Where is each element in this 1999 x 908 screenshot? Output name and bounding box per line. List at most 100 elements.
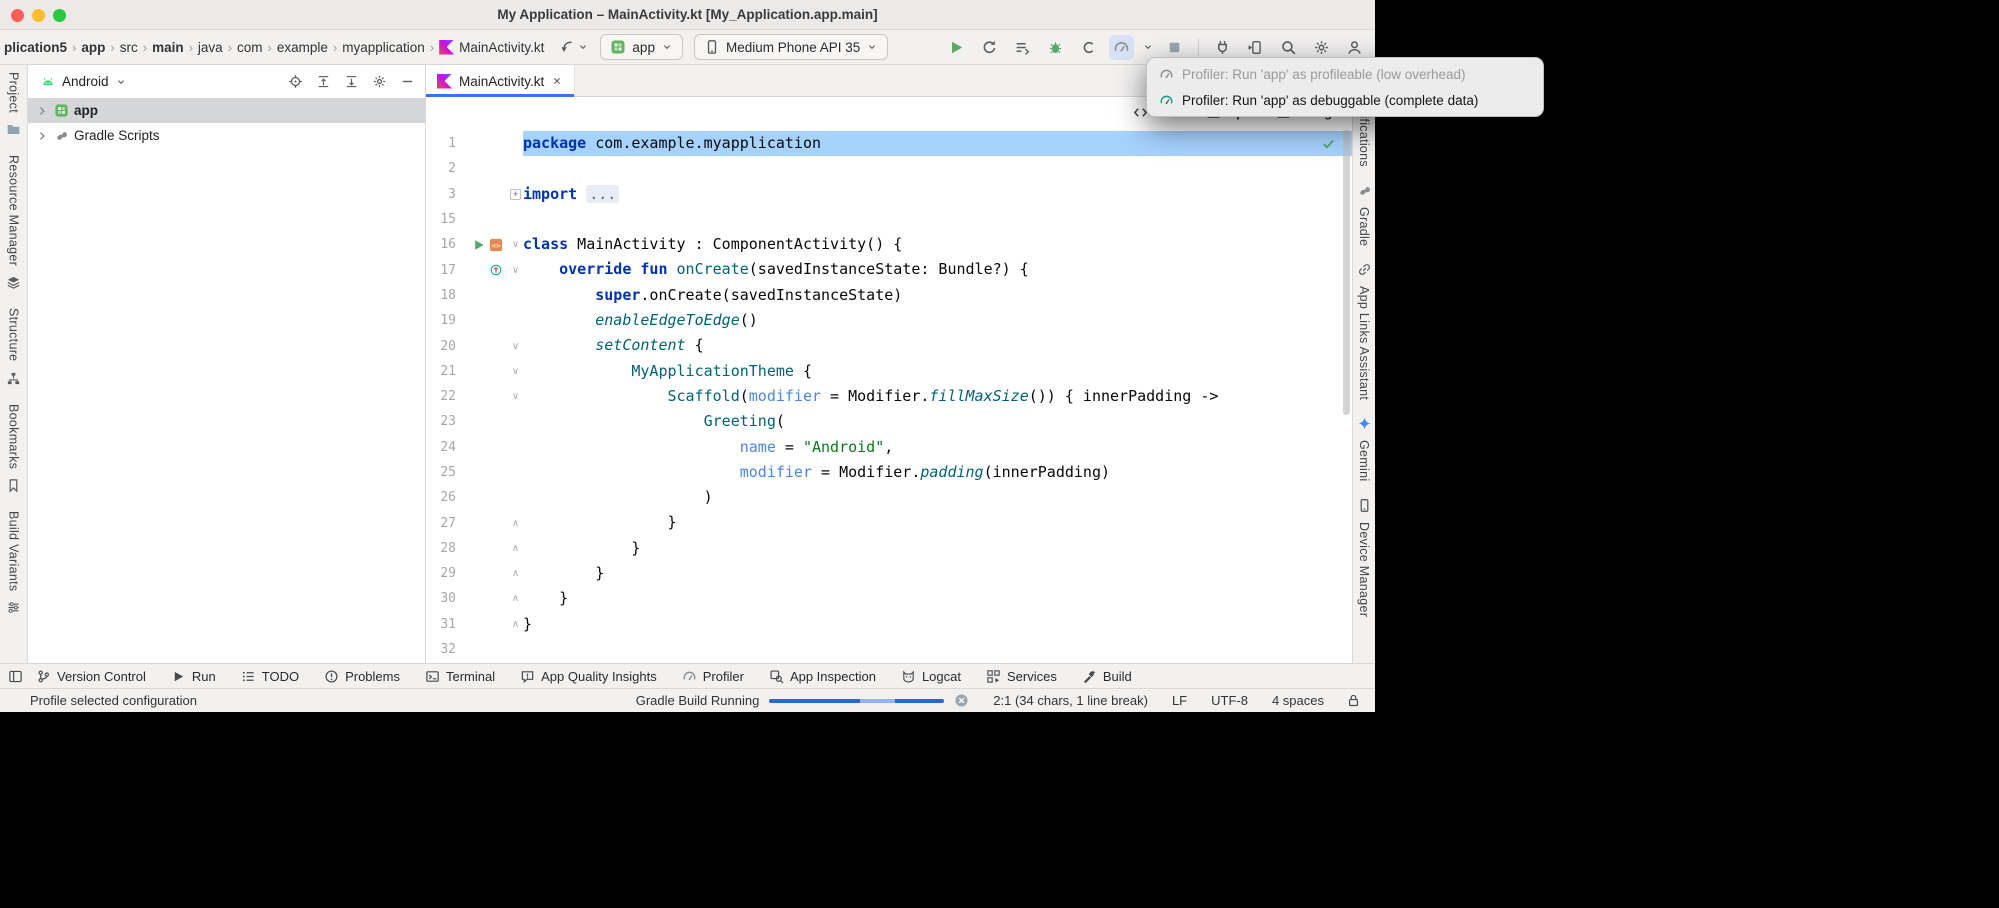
sidebar-item-gradle[interactable]: Gradle [1357,183,1372,246]
breadcrumb-item-app[interactable]: app [80,40,106,55]
project-view-selector[interactable]: Android [62,74,109,89]
toolwindow-button-todo[interactable]: TODO [241,669,299,684]
breadcrumb-item-myapplication[interactable]: myapplication [341,40,426,55]
coverage-button[interactable] [1076,35,1101,60]
attach-debugger-button[interactable] [1210,35,1235,60]
code-line[interactable]: 29∧ } [426,561,1352,586]
cancel-build-icon[interactable] [954,693,969,708]
breadcrumb-item-src[interactable]: src [119,40,139,55]
target-icon[interactable] [288,74,303,89]
toolwindow-button-logcat[interactable]: Logcat [901,669,961,684]
apply-code-changes-button[interactable] [1010,35,1035,60]
apply-changes-button[interactable] [977,35,1002,60]
profiler-popup-item[interactable]: Profiler: Run 'app' as debuggable (compl… [1147,87,1543,113]
fold-marker[interactable]: ∨ [508,341,523,352]
tool-window-layout-icon[interactable] [8,669,23,684]
gear-icon[interactable] [372,74,387,89]
fold-marker[interactable]: ∧ [508,543,523,554]
line-number[interactable]: 30 [426,591,456,606]
vcs-update-button[interactable] [559,39,589,55]
breadcrumb-item-plication5[interactable]: plication5 [3,40,68,55]
override-gutter-icon[interactable] [489,263,503,277]
code-line[interactable]: 31∧} [426,612,1352,637]
code-line[interactable]: 24 name = "Android", [426,435,1352,460]
fold-marker[interactable]: + [508,189,523,200]
line-number[interactable]: 31 [426,617,456,632]
code-line[interactable]: 27∧ } [426,510,1352,535]
account-button[interactable] [1342,35,1367,60]
sidebar-item-gemini[interactable]: Gemini [1357,416,1372,481]
toolwindow-button-run[interactable]: Run [171,669,216,684]
line-number[interactable]: 17 [426,263,456,278]
collapse-all-icon[interactable] [344,74,359,89]
toolwindow-button-services[interactable]: Services [986,669,1057,684]
profiler-popup-item[interactable]: Profiler: Run 'app' as profileable (low … [1147,61,1543,87]
breadcrumb-item-example[interactable]: example [276,40,329,55]
sidebar-item-app-links-assistant[interactable]: App Links Assistant [1357,262,1372,400]
sidebar-item-device-manager[interactable]: Device Manager [1357,498,1372,617]
code-line[interactable]: 30∧ } [426,586,1352,611]
code-line[interactable]: 16<>∨class MainActivity : ComponentActiv… [426,232,1352,257]
line-number[interactable]: 25 [426,465,456,480]
code-line[interactable]: 1package com.example.myapplication [426,131,1352,156]
line-number[interactable]: 19 [426,313,456,328]
stop-button[interactable] [1162,35,1187,60]
minus-icon[interactable] [400,74,415,89]
line-number[interactable]: 3 [426,187,456,202]
tree-expand-icon[interactable] [35,104,49,118]
code-line[interactable]: 19 enableEdgeToEdge() [426,308,1352,333]
code-line[interactable]: 25 modifier = Modifier.padding(innerPadd… [426,460,1352,485]
code-line[interactable]: 28∧ } [426,536,1352,561]
code-line[interactable]: 18 super.onCreate(savedInstanceState) [426,283,1352,308]
fold-marker[interactable]: ∧ [508,619,523,630]
expand-all-icon[interactable] [316,74,331,89]
device-selector[interactable]: Medium Phone API 35 [694,34,888,60]
minimize-button[interactable] [32,9,45,22]
line-number[interactable]: 2 [426,161,456,176]
line-number[interactable]: 16 [426,237,456,252]
sidebar-item-build-variants[interactable]: Build Variants [6,511,21,615]
breadcrumb-item-java[interactable]: java [197,40,224,55]
profiler-button[interactable] [1109,35,1134,60]
fold-marker[interactable]: ∧ [508,593,523,604]
inspection-ok-icon[interactable] [1321,136,1336,151]
line-number[interactable]: 24 [426,440,456,455]
editor-scrollbar[interactable] [1343,130,1350,415]
fold-marker[interactable]: ∨ [508,366,523,377]
toolwindow-button-app-quality-insights[interactable]: App Quality Insights [520,669,657,684]
tree-item-gradle-scripts[interactable]: Gradle Scripts [28,123,425,148]
toolwindow-button-problems[interactable]: Problems [324,669,400,684]
lock-icon[interactable] [1346,693,1361,708]
sidebar-item-structure[interactable]: Structure [6,308,21,385]
code-line[interactable]: 17∨ override fun onCreate(savedInstanceS… [426,257,1352,282]
line-number[interactable]: 15 [426,212,456,227]
code-line[interactable]: 22∨ Scaffold(modifier = Modifier.fillMax… [426,384,1352,409]
toolwindow-button-terminal[interactable]: Terminal [425,669,495,684]
fold-marker[interactable]: ∧ [508,568,523,579]
fold-plus-icon[interactable]: + [510,189,521,200]
toolwindow-button-app-inspection[interactable]: App Inspection [769,669,876,684]
sidebar-item-resource-manager[interactable]: Resource Manager [6,155,21,290]
code-line[interactable]: 21∨ MyApplicationTheme { [426,359,1352,384]
compose-gutter-icon[interactable]: <> [489,238,503,252]
code-line[interactable]: 32 [426,637,1352,662]
line-number[interactable]: 28 [426,541,456,556]
tab-mainactivity[interactable]: MainActivity.kt [426,65,575,97]
run-gutter-icon[interactable] [472,238,486,252]
code-line[interactable]: 2 [426,156,1352,181]
line-number[interactable]: 18 [426,288,456,303]
profiler-dropdown-chevron[interactable] [1142,41,1154,53]
zoom-button[interactable] [53,9,66,22]
code-line[interactable]: 20∨ setContent { [426,333,1352,358]
line-number[interactable]: 23 [426,414,456,429]
device-mirror-button[interactable] [1243,35,1268,60]
code-line[interactable]: 26 ) [426,485,1352,510]
close-button[interactable] [11,9,24,22]
run-button[interactable] [944,35,969,60]
line-number[interactable]: 20 [426,339,456,354]
fold-marker[interactable]: ∧ [508,518,523,529]
line-number[interactable]: 22 [426,389,456,404]
breadcrumb-item-com[interactable]: com [236,40,264,55]
sidebar-item-project[interactable]: Project [6,72,21,137]
toolwindow-button-profiler[interactable]: Profiler [682,669,744,684]
